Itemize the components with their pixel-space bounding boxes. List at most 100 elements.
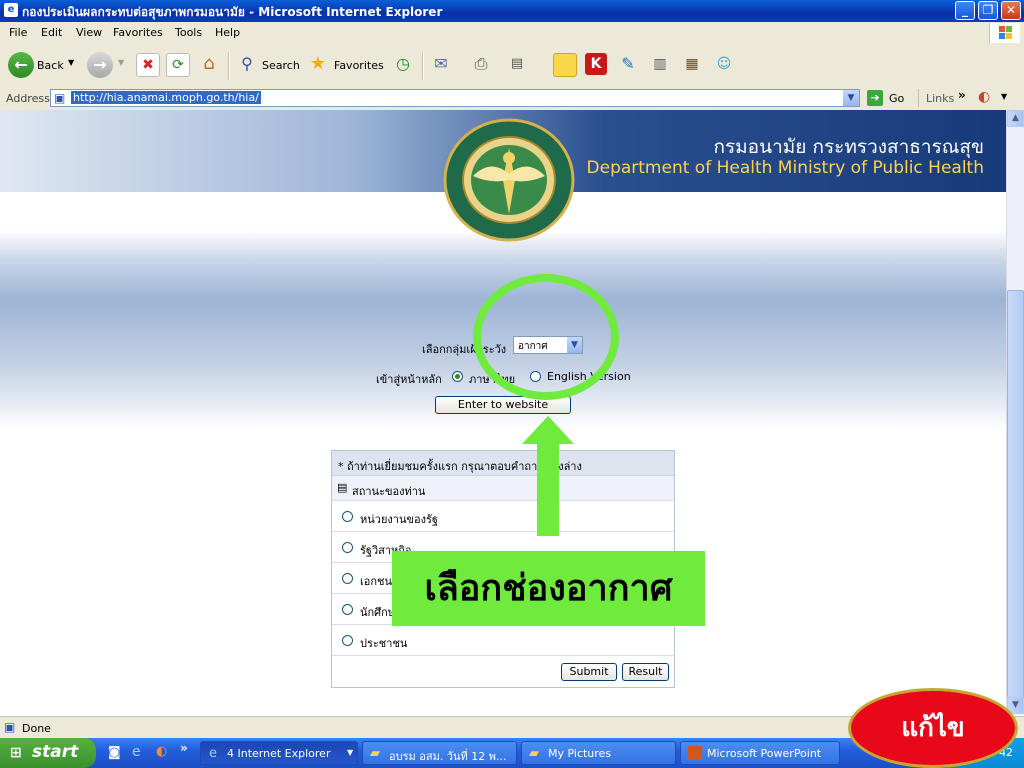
menu-view[interactable]: View [76,26,102,39]
survey-option-row: ประชาชน [332,624,674,655]
close-button[interactable]: ✕ [1001,1,1021,20]
books-icon[interactable]: ▦ [681,53,703,75]
taskbar-item-powerpoint[interactable]: Microsoft PowerPoint [680,741,840,765]
menu-bar: File Edit View Favorites Tools Help [0,22,1024,45]
messenger-icon[interactable]: ☺ [713,53,735,75]
scroll-up-icon[interactable]: ▲ [1007,110,1024,127]
note-icon[interactable] [553,53,577,77]
address-bar: Address ▣ http://hia.anamai.moph.go.th/h… [0,86,1024,111]
menu-favorites[interactable]: Favorites [113,26,163,39]
banner-english-title: Department of Health Ministry of Public … [586,158,984,178]
status-option-label[interactable]: เอกชน [360,572,392,590]
extra-tool-dropdown-icon[interactable]: ▼ [1001,92,1007,101]
menu-help[interactable]: Help [215,26,240,39]
print-icon[interactable]: ⎙ [470,53,492,75]
result-button[interactable]: Result [622,663,669,681]
vertical-scrollbar[interactable]: ▲ ▼ [1006,110,1024,715]
edit-button[interactable]: แก้ไข [848,688,1018,768]
quicklaunch-more-icon[interactable]: » [180,741,188,755]
forward-arrow-icon[interactable]: → [87,52,113,78]
instruction-label: เลือกช่องอากาศ [392,551,705,626]
start-button[interactable]: ⊞ start [0,738,96,768]
minimize-button[interactable]: _ [955,1,975,20]
favorites-star-icon[interactable]: ★ [307,53,329,75]
ie-icon: e [209,746,217,761]
windows-logo-icon: ⊞ [10,745,22,761]
stop-icon[interactable]: ✖ [136,53,160,77]
address-separator [918,89,919,107]
quicklaunch-media-icon[interactable]: ◐ [156,744,167,759]
survey-note-row: * ถ้าท่านเยี่ยมชมครั้งแรก กรุณาตอบคำถามข… [332,451,674,475]
submit-button[interactable]: Submit [561,663,617,681]
powerpoint-icon [688,746,702,760]
scrollbar-thumb[interactable] [1007,290,1024,698]
quicklaunch-ie-icon[interactable]: e [132,744,141,760]
mail-icon[interactable]: ✉ [430,53,452,75]
standard-toolbar: ← Back ▼ → ▼ ✖ ⟳ ⌂ ⚲ Search ★ Favorites … [0,44,1024,87]
address-url[interactable]: http://hia.anamai.moph.go.th/hia/ [71,91,261,104]
enter-main-page-label: เข้าสู่หน้าหลัก [376,373,442,386]
menu-file[interactable]: File [9,26,27,39]
survey-divider [332,655,674,656]
menu-tools[interactable]: Tools [175,26,202,39]
go-button-label[interactable]: Go [889,92,904,105]
search-button-label[interactable]: Search [262,59,300,72]
edit-page-icon[interactable]: ▤ [506,53,528,75]
pen-icon[interactable]: ✎ [617,53,639,75]
kaspersky-icon[interactable]: K [585,53,607,75]
folder-icon: ▰ [370,746,380,761]
taskbar-item-folder[interactable]: ▰ อบรม อสม. วันที่ 12 พ... [362,741,517,765]
taskbar-item-my-pictures[interactable]: ▰ My Pictures [521,741,676,765]
research-icon[interactable]: ▥ [649,53,671,75]
back-dropdown-icon[interactable]: ▼ [68,58,74,67]
links-label[interactable]: Links [926,92,954,105]
title-bar: e กองประเมินผลกระทบต่อสุขภาพกรมอนามัย - … [0,0,1024,22]
menu-edit[interactable]: Edit [41,26,62,39]
address-label: Address [6,92,50,105]
go-arrow-icon[interactable]: ➔ [867,90,883,106]
taskbar-item-label: 4 Internet Explorer [227,747,331,760]
web-page: กรมอนามัย กระทรวงสาธารณสุข Department of… [0,110,1006,715]
status-option-label[interactable]: ประชาชน [360,634,407,652]
address-field[interactable]: ▣ http://hia.anamai.moph.go.th/hia/ ▼ [50,89,860,107]
status-option-radio[interactable] [342,573,353,584]
status-option-radio[interactable] [342,604,353,615]
search-icon[interactable]: ⚲ [236,53,258,75]
document-icon: ▤ [337,481,348,494]
extra-tool-icon[interactable]: ◐ [978,89,990,105]
back-arrow-icon[interactable]: ← [8,52,34,78]
pointer-arrow-shaft [537,440,559,536]
toolbar-separator [422,52,424,80]
pictures-folder-icon: ▰ [529,746,539,761]
window-title: กองประเมินผลกระทบต่อสุขภาพกรมอนามัย - Mi… [22,5,443,19]
quicklaunch-desktop-icon[interactable]: ◙ [108,745,121,760]
forward-dropdown-icon[interactable]: ▼ [118,58,124,67]
status-option-radio[interactable] [342,511,353,522]
ie-window-icon[interactable]: e [4,3,18,17]
taskbar-item-label: อบรม อสม. วันที่ 12 พ... [389,750,507,763]
address-dropdown-icon[interactable]: ▼ [843,90,859,106]
survey-heading-row: ▤ สถานะของท่าน [332,475,674,500]
status-option-radio[interactable] [342,542,353,553]
thai-language-radio[interactable] [452,371,463,382]
survey-heading: สถานะของท่าน [352,485,426,498]
status-option-label[interactable]: หน่วยงานของรัฐ [360,510,438,528]
survey-option-row: หน่วยงานของรัฐ [332,500,674,531]
taskbar-item-internet-explorer[interactable]: e 4 Internet Explorer ▼ [200,741,358,765]
toolbar-separator [228,52,230,80]
taskbar-item-label: My Pictures [548,747,612,760]
maximize-button[interactable]: ❐ [978,1,998,20]
refresh-icon[interactable]: ⟳ [166,53,190,77]
department-emblem-logo [443,118,575,242]
highlight-circle [473,274,619,400]
back-button-label[interactable]: Back [37,59,64,72]
home-icon[interactable]: ⌂ [198,53,220,75]
page-icon: ▣ [54,91,66,105]
start-label: start [32,742,79,762]
windows-flag-icon [989,23,1020,43]
links-chevron-icon[interactable]: » [958,88,966,102]
status-option-radio[interactable] [342,635,353,646]
status-text: Done [22,722,51,735]
history-icon[interactable]: ◷ [392,53,414,75]
favorites-button-label[interactable]: Favorites [334,59,384,72]
